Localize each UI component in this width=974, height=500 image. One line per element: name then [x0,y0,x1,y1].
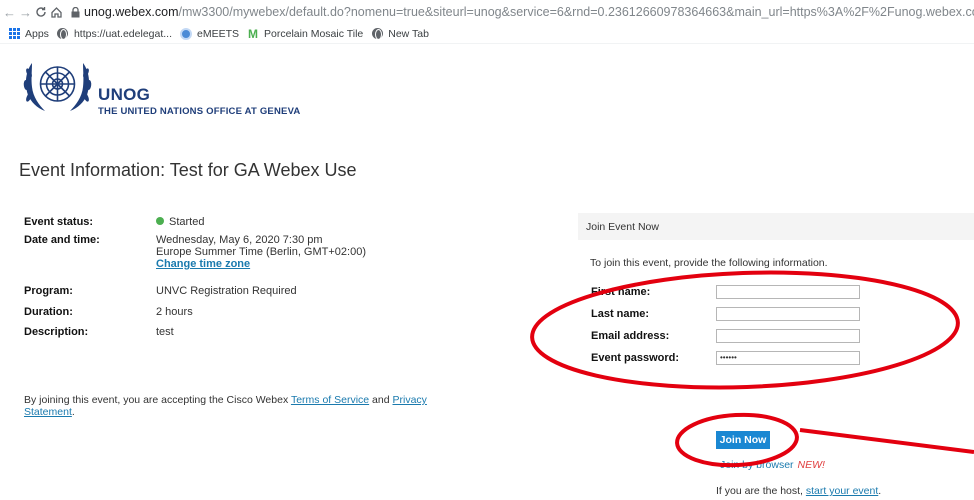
password-row: Event password: •••••• [591,351,861,367]
bookmark-porcelain-mosaic-tile[interactable]: M Porcelain Mosaic Tile [247,26,364,41]
back-arrow-icon[interactable]: ← [3,2,16,22]
duration-label: Duration: [24,306,73,318]
host-note: If you are the host, start your event. [716,485,882,497]
date-label: Date and time: [24,234,100,246]
join-by-browser-link[interactable]: Join by browser NEW! [720,459,825,471]
program-label: Program: [24,285,73,297]
org-short-name: UNOG [98,85,151,104]
date-value: Wednesday, May 6, 2020 7:30 pm Europe Su… [156,234,366,270]
first-name-field[interactable] [716,285,860,299]
first-name-row: First name: [591,285,861,301]
email-field[interactable] [716,329,860,343]
first-name-label: First name: [591,286,651,298]
bookmark-uat-edelegate[interactable]: https://uat.edelegat... [57,28,172,40]
terms-of-service-link[interactable]: Terms of Service [291,394,369,406]
un-emblem-logo [20,53,95,115]
last-name-label: Last name: [591,308,650,320]
password-label: Event password: [591,352,680,364]
program-value: UNVC Registration Required [156,285,297,297]
apps-grid-icon [8,28,20,40]
join-now-button[interactable]: Join Now [716,431,770,449]
org-full-name: THE UNITED NATIONS OFFICE AT GENEVA [98,106,301,117]
start-your-event-link[interactable]: start your event [806,485,878,497]
globe-icon [57,28,69,40]
home-icon[interactable] [50,2,63,22]
status-value: Started [156,216,204,228]
bookmark-label: https://uat.edelegat... [73,27,173,40]
change-time-zone-link[interactable]: Change time zone [156,258,250,270]
bookmark-label: eMEETS [197,27,240,40]
email-row: Email address: [591,329,861,345]
forward-arrow-icon[interactable]: → [19,2,32,22]
reload-icon[interactable] [35,2,47,22]
join-instructions: To join this event, provide the followin… [590,257,828,269]
bookmark-new-tab[interactable]: New Tab [371,28,429,40]
join-panel-header: Join Event Now [578,213,974,240]
lock-icon[interactable] [71,4,80,20]
status-label: Event status: [24,216,94,228]
annotation-arrow-line [799,428,974,454]
bookmark-emeets[interactable]: eMEETS [180,27,240,40]
last-name-row: Last name: [591,307,861,323]
browser-address-bar: ← → unog.webex.com/mw3300/mywebex/defaul… [0,0,974,24]
red-annotation-marks [530,270,974,468]
new-badge: NEW! [797,459,825,471]
description-label: Description: [24,326,89,338]
url-field[interactable]: unog.webex.com/mw3300/mywebex/default.do… [84,5,974,19]
globe-icon [371,28,383,40]
m-logo-icon: M [248,26,259,41]
bookmark-label: Porcelain Mosaic Tile [264,27,364,40]
description-value: test [156,326,174,338]
bookmark-label: New Tab [388,27,429,40]
page-title: Event Information: Test for GA Webex Use [19,160,357,180]
password-field[interactable]: •••••• [716,351,860,365]
bookmark-label: Apps [25,27,49,40]
email-label: Email address: [591,330,670,342]
bookmark-apps[interactable]: Apps [8,28,49,40]
bookmarks-bar: Apps https://uat.edelegat... eMEETS M Po… [0,24,974,44]
duration-value: 2 hours [156,306,193,318]
status-started-icon [156,217,164,225]
terms-notice: By joining this event, you are accepting… [24,394,427,418]
last-name-field[interactable] [716,307,860,321]
emeets-icon [180,27,193,40]
